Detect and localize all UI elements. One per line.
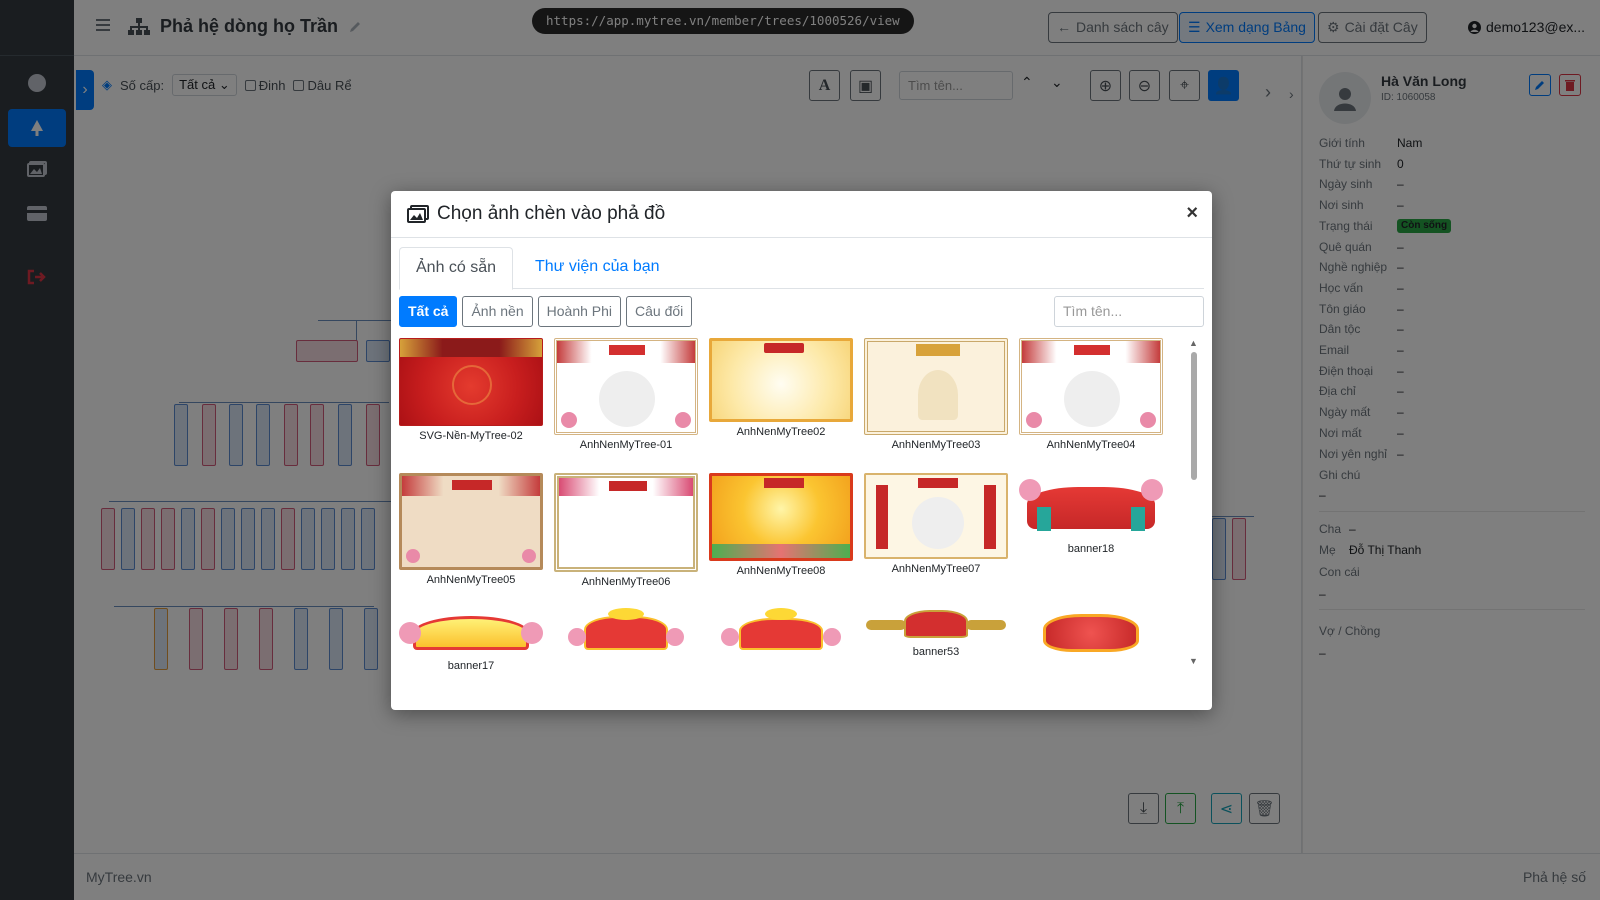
image-card[interactable]: AnhNenMyTree04 — [1019, 338, 1163, 451]
image-caption: AnhNenMyTree07 — [891, 563, 981, 575]
images-icon — [407, 205, 429, 223]
image-card[interactable]: AnhNenMyTree03 — [864, 338, 1008, 451]
image-caption: AnhNenMyTree-01 — [579, 439, 673, 451]
modal-tabs: Ảnh có sẵn Thư viện của bạn — [399, 247, 1204, 290]
filter-backgrounds[interactable]: Ảnh nền — [462, 296, 533, 327]
image-thumbnail — [554, 473, 698, 572]
image-thumbnail — [1019, 473, 1163, 539]
image-caption: banner18 — [1067, 543, 1115, 555]
image-thumbnail — [1019, 338, 1163, 435]
image-gallery: SVG-Nền-MyTree-02 AnhNenMyTree-01 AnhNen… — [399, 338, 1179, 670]
image-card[interactable]: AnhNenMyTree07 — [864, 473, 1008, 575]
image-thumbnail — [554, 608, 698, 656]
image-card[interactable]: banner53 — [864, 608, 1008, 658]
image-caption: AnhNenMyTree05 — [426, 574, 516, 586]
tab-available-images[interactable]: Ảnh có sẵn — [399, 247, 514, 290]
image-thumbnail — [554, 338, 698, 435]
image-card[interactable] — [554, 608, 698, 660]
image-thumbnail — [399, 473, 543, 570]
image-card[interactable]: AnhNenMyTree02 — [709, 338, 853, 438]
gallery-scrollbar[interactable]: ▲ ▼ — [1188, 338, 1200, 670]
modal-title: Chọn ảnh chèn vào phả đồ — [437, 203, 666, 224]
image-thumbnail — [864, 608, 1008, 642]
image-search-input[interactable]: Tìm tên... — [1054, 296, 1204, 327]
image-card[interactable]: AnhNenMyTree06 — [554, 473, 698, 588]
modal-header: Chọn ảnh chèn vào phả đồ — [391, 191, 1212, 238]
image-caption: SVG-Nền-MyTree-02 — [419, 430, 523, 442]
image-caption: AnhNenMyTree02 — [736, 426, 826, 438]
image-filters: Tất cả Ảnh nền Hoành Phi Câu đối — [399, 296, 693, 327]
image-caption: AnhNenMyTree04 — [1046, 439, 1136, 451]
image-thumbnail — [709, 338, 853, 422]
image-caption: AnhNenMyTree03 — [891, 439, 981, 451]
image-caption: banner53 — [912, 646, 960, 658]
image-picker-modal: Chọn ảnh chèn vào phả đồ × Ảnh có sẵn Th… — [391, 191, 1212, 710]
scrollbar-thumb[interactable] — [1191, 352, 1197, 480]
image-thumbnail — [1019, 608, 1163, 656]
image-caption: AnhNenMyTree06 — [581, 576, 671, 588]
image-thumbnail — [709, 473, 853, 561]
image-caption: AnhNenMyTree08 — [736, 565, 826, 577]
image-card[interactable]: banner17 — [399, 608, 543, 670]
image-thumbnail — [399, 608, 543, 656]
image-thumbnail — [399, 338, 543, 426]
image-thumbnail — [864, 473, 1008, 559]
image-card[interactable] — [709, 608, 853, 660]
filter-hoanh-phi[interactable]: Hoành Phi — [537, 296, 622, 327]
image-card[interactable] — [1019, 608, 1163, 660]
tab-your-library[interactable]: Thư viện của bạn — [519, 247, 676, 289]
filter-cau-doi[interactable]: Câu đối — [626, 296, 693, 327]
scroll-down-icon[interactable]: ▼ — [1189, 656, 1198, 666]
image-caption: banner17 — [447, 660, 495, 670]
image-card[interactable]: SVG-Nền-MyTree-02 — [399, 338, 543, 442]
image-card[interactable]: AnhNenMyTree05 — [399, 473, 543, 586]
image-thumbnail — [864, 338, 1008, 435]
image-card[interactable]: AnhNenMyTree08 — [709, 473, 853, 577]
image-card[interactable]: AnhNenMyTree-01 — [554, 338, 698, 451]
filter-all[interactable]: Tất cả — [399, 296, 458, 327]
scroll-up-icon[interactable]: ▲ — [1189, 338, 1198, 348]
close-icon[interactable]: × — [1186, 202, 1198, 225]
image-thumbnail — [709, 608, 853, 656]
image-card[interactable]: banner18 — [1019, 473, 1163, 555]
